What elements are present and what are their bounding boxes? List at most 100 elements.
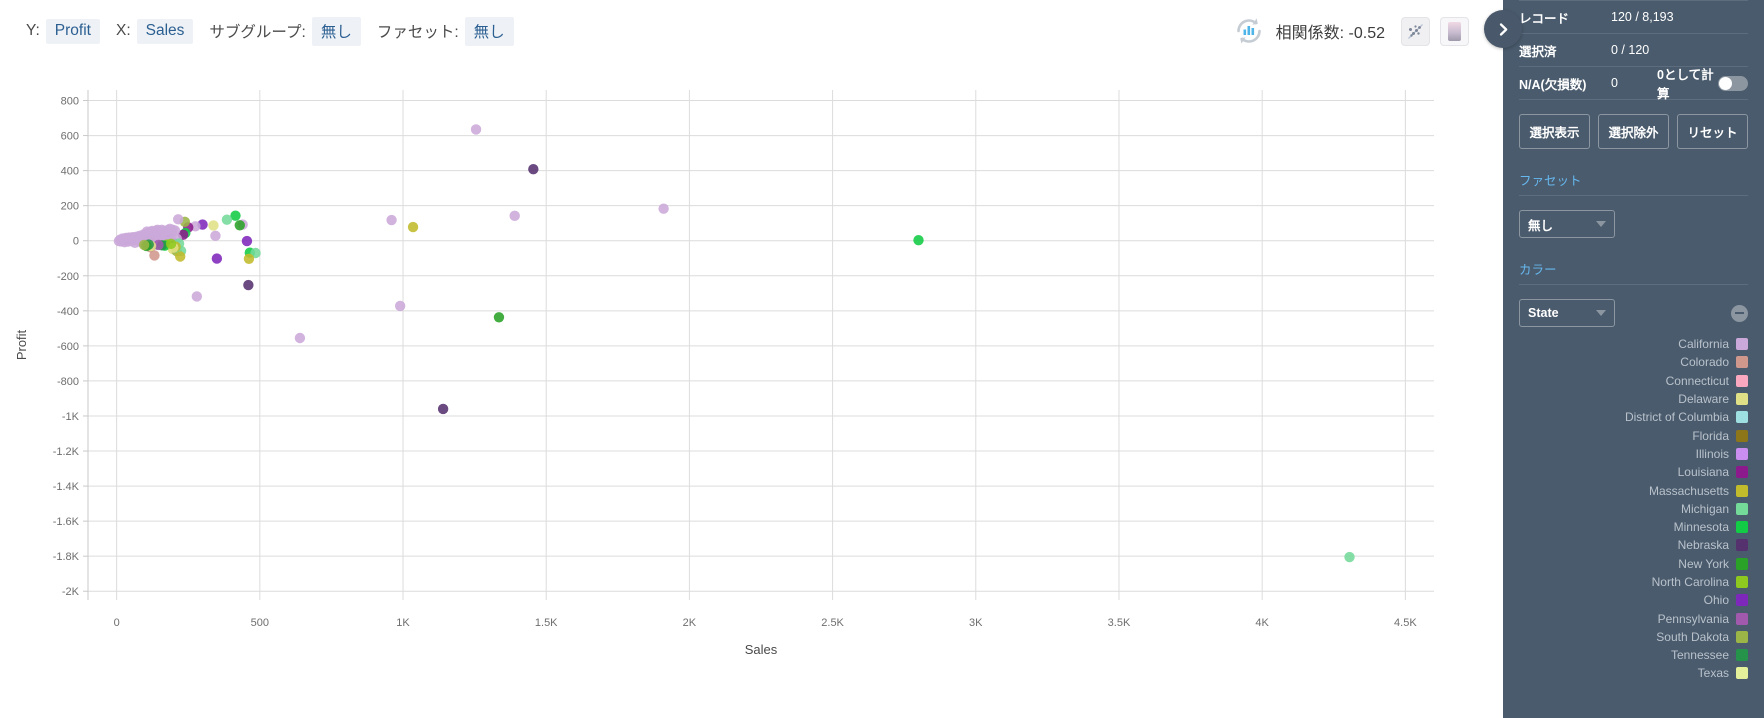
show-selection-button[interactable]: 選択表示	[1519, 114, 1590, 149]
data-point[interactable]	[294, 332, 306, 344]
scatter-plot-icon[interactable]	[1401, 16, 1430, 46]
plot-background	[88, 90, 1434, 600]
data-point[interactable]	[117, 233, 128, 244]
legend-item[interactable]: Minnesota	[1519, 518, 1748, 536]
legend-color-swatch	[1736, 429, 1748, 442]
legend-item[interactable]: California	[1519, 335, 1748, 353]
legend-item[interactable]: Connecticut	[1519, 372, 1748, 390]
data-point[interactable]	[234, 220, 245, 231]
legend-item-label: Illinois	[1695, 446, 1729, 461]
na-stat-value: 0	[1611, 76, 1618, 90]
subgroup-field-selector[interactable]: 無し	[311, 16, 361, 46]
data-point[interactable]	[210, 230, 221, 242]
legend-item[interactable]: Delaware	[1519, 390, 1748, 408]
legend-item[interactable]: Massachusetts	[1519, 481, 1748, 499]
data-point[interactable]	[470, 124, 482, 135]
legend-item[interactable]: Colorado	[1519, 353, 1748, 371]
legend-color-swatch	[1736, 411, 1748, 424]
legend-item[interactable]: Michigan	[1519, 500, 1748, 518]
data-point[interactable]	[175, 251, 186, 262]
legend-item[interactable]: Florida	[1519, 426, 1748, 444]
legend-item[interactable]: Texas	[1519, 664, 1748, 682]
legend-item-label: Colorado	[1680, 355, 1729, 370]
legend-item[interactable]: New York	[1519, 555, 1748, 573]
color-select-row: State	[1519, 299, 1748, 327]
legend-item[interactable]: Ohio	[1519, 591, 1748, 609]
correlation-coefficient: 相関係数: -0.52	[1275, 25, 1385, 42]
legend-item[interactable]: South Dakota	[1519, 628, 1748, 646]
legend-item-label: Massachusetts	[1648, 483, 1729, 498]
selected-stat-label: 選択済	[1519, 44, 1557, 59]
data-point[interactable]	[493, 312, 505, 323]
color-field-select[interactable]: State	[1519, 299, 1615, 327]
legend-item[interactable]: North Carolina	[1519, 573, 1748, 591]
y-axis-title: Profit	[14, 329, 29, 360]
legend-item[interactable]: Tennessee	[1519, 646, 1748, 664]
scatter-plot-canvas[interactable]: 800 600 400 200 0 -200 -400 -600 -800 -1K -1.2K -1.…	[0, 62, 1503, 718]
legend-color-swatch	[1736, 502, 1748, 515]
legend-item-label: Pennsylvania	[1657, 611, 1729, 626]
legend-color-swatch	[1736, 466, 1748, 479]
x-tick-label: 2K	[683, 617, 697, 629]
na-treat-as-zero-toggle[interactable]	[1718, 75, 1748, 91]
legend-item-label: Connecticut	[1665, 373, 1729, 388]
y-tick-label: -1.2K	[53, 446, 80, 458]
data-point[interactable]	[658, 203, 669, 214]
reset-button[interactable]: リセット	[1677, 114, 1748, 149]
data-point[interactable]	[407, 221, 419, 233]
facet-field-selector[interactable]: 無し	[464, 16, 514, 46]
data-point[interactable]	[394, 300, 406, 312]
data-point[interactable]	[173, 214, 184, 225]
y-tick-label: -1K	[62, 411, 80, 423]
color-section-title: カラー	[1519, 259, 1748, 285]
record-stat-value: 120 / 8,193	[1611, 10, 1674, 24]
legend-color-swatch	[1736, 374, 1748, 387]
x-axis-field-selector[interactable]: Sales	[136, 18, 194, 44]
data-point[interactable]	[913, 234, 924, 246]
refresh-chart-icon[interactable]	[1232, 14, 1266, 48]
data-point[interactable]	[221, 214, 233, 225]
legend-item[interactable]: Nebraska	[1519, 536, 1748, 554]
data-point[interactable]	[149, 250, 160, 261]
legend-item-label: Louisiana	[1677, 465, 1729, 480]
subgroup-control: サブグループ: 無し	[209, 16, 361, 46]
legend-color-swatch	[1736, 539, 1748, 552]
y-tick-label: 800	[61, 96, 79, 108]
data-point[interactable]	[528, 164, 539, 175]
data-point[interactable]	[243, 279, 254, 291]
main-plot-area: Y: Profit X: Sales サブグループ: 無し ファセット: 無し	[0, 0, 1522, 718]
legend-item[interactable]: Louisiana	[1519, 463, 1748, 481]
data-point[interactable]	[141, 226, 153, 237]
color-field-value: State	[1528, 306, 1559, 320]
exclude-selection-button[interactable]: 選択除外	[1598, 114, 1669, 149]
legend-color-swatch	[1736, 594, 1748, 607]
data-point[interactable]	[191, 291, 203, 302]
remove-color-button[interactable]	[1731, 304, 1748, 322]
legend-item[interactable]: Pennsylvania	[1519, 609, 1748, 627]
y-tick-label: -1.8K	[53, 551, 80, 563]
legend-color-swatch	[1736, 576, 1748, 588]
legend-color-swatch	[1736, 338, 1748, 351]
data-point[interactable]	[1344, 551, 1355, 563]
data-point[interactable]	[243, 253, 255, 264]
scatter-chart[interactable]: 800 600 400 200 0 -200 -400 -600 -800 -1K -1.2K -1.…	[0, 62, 1503, 718]
data-point[interactable]	[211, 253, 223, 264]
data-point[interactable]	[208, 220, 219, 231]
data-point[interactable]	[165, 238, 177, 250]
data-point[interactable]	[509, 210, 520, 222]
legend-item-label: South Dakota	[1656, 629, 1729, 644]
y-tick-label: -800	[57, 376, 79, 388]
color-gradient-icon[interactable]	[1440, 16, 1469, 46]
x-axis-title: Sales	[745, 642, 778, 657]
facet-label: ファセット:	[376, 24, 459, 41]
data-point[interactable]	[437, 403, 449, 415]
data-point[interactable]	[241, 235, 253, 247]
legend-item[interactable]: District of Columbia	[1519, 408, 1748, 426]
data-point[interactable]	[386, 214, 397, 226]
data-point[interactable]	[138, 239, 150, 251]
legend-item-label: Ohio	[1703, 593, 1729, 608]
legend-item[interactable]: Illinois	[1519, 445, 1748, 463]
facet-select[interactable]: 無し	[1519, 210, 1615, 238]
expand-sidebar-button[interactable]	[1484, 10, 1522, 48]
y-axis-field-selector[interactable]: Profit	[45, 18, 100, 44]
